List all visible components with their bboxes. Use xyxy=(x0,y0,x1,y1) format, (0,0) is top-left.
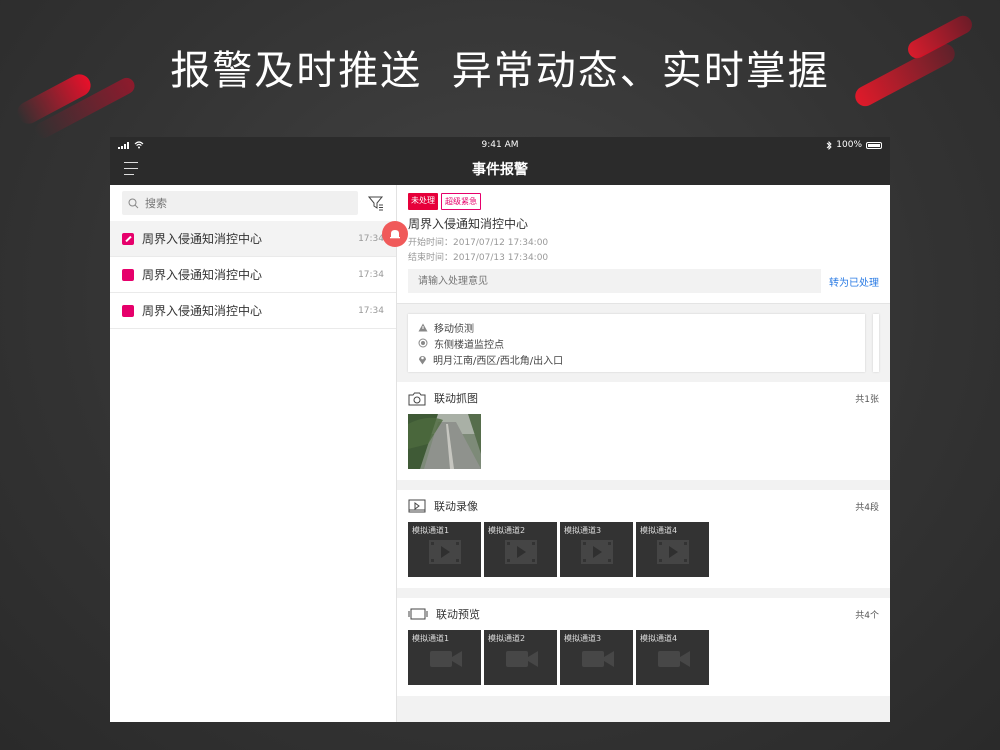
bell-icon xyxy=(390,230,400,239)
preview-thumbnail[interactable]: 模拟通道4 xyxy=(636,630,709,685)
video-file-icon xyxy=(408,499,426,512)
channel-label: 模拟通道2 xyxy=(488,526,526,535)
battery-icon xyxy=(866,141,882,149)
preview-section: 联动预览 共4个 模拟通道1 模拟通道2 模拟通道3 模拟通道4 xyxy=(397,598,890,696)
monitor-icon xyxy=(408,608,428,620)
channel-label: 模拟通道3 xyxy=(564,634,602,643)
opinion-input[interactable] xyxy=(408,269,821,293)
signal-icon xyxy=(118,141,129,149)
status-time: 9:41 AM xyxy=(481,140,519,150)
battery-percent: 100% xyxy=(836,140,862,150)
hamburger-icon[interactable] xyxy=(124,162,138,175)
video-camera-icon xyxy=(430,651,462,667)
event-title: 周界入侵通知消控中心 xyxy=(142,268,263,282)
end-time: 结束时间：2017/07/13 17:34:00 xyxy=(408,253,549,263)
location-path: 明月江南/西区/西北角/出入口 xyxy=(433,355,564,367)
preview-thumbnail[interactable]: 模拟通道3 xyxy=(560,630,633,685)
page-title: 事件报警 xyxy=(472,162,528,178)
square-icon xyxy=(122,304,134,317)
location-pin-icon xyxy=(419,355,426,364)
channel-label: 模拟通道3 xyxy=(564,526,602,535)
video-camera-icon xyxy=(658,651,690,667)
snapshot-thumbnail[interactable] xyxy=(408,414,481,469)
event-time: 17:34 xyxy=(358,269,384,280)
start-time: 开始时间：2017/07/12 17:34:00 xyxy=(408,238,549,248)
wifi-icon xyxy=(134,141,144,149)
preview-title: 联动预览 xyxy=(436,608,480,621)
device-screen: 9:41 AM 100% 事件报警 周界入侵通知消控中心 17:34 xyxy=(110,137,890,722)
preview-thumbnail[interactable]: 模拟通道1 xyxy=(408,630,481,685)
bluetooth-icon xyxy=(826,140,832,150)
snapshot-section: 联动抓图 共1张 xyxy=(397,382,890,480)
status-bar: 9:41 AM 100% xyxy=(110,137,890,153)
level-badge: 超级紧急 xyxy=(441,193,481,210)
road-photo xyxy=(408,414,481,469)
detail-title: 周界入侵通知消控中心 xyxy=(408,217,529,231)
next-info-card xyxy=(873,314,879,372)
recording-thumbnail[interactable]: 模拟通道4 xyxy=(636,522,709,577)
event-type: 移动侦测 xyxy=(434,323,474,335)
film-play-icon xyxy=(657,540,689,564)
alarm-button[interactable] xyxy=(382,221,408,247)
edit-square-icon xyxy=(122,232,134,245)
video-camera-icon xyxy=(506,651,538,667)
nav-bar: 事件报警 xyxy=(110,153,890,185)
event-time: 17:34 xyxy=(358,233,384,244)
preview-count: 共4个 xyxy=(855,610,879,621)
snapshot-title: 联动抓图 xyxy=(434,392,478,405)
film-play-icon xyxy=(429,540,461,564)
recording-title: 联动录像 xyxy=(434,500,478,513)
recording-thumbnail[interactable]: 模拟通道3 xyxy=(560,522,633,577)
event-title: 周界入侵通知消控中心 xyxy=(142,304,263,318)
preview-thumbnail[interactable]: 模拟通道2 xyxy=(484,630,557,685)
channel-label: 模拟通道1 xyxy=(412,634,450,643)
event-time: 17:34 xyxy=(358,305,384,316)
film-play-icon xyxy=(505,540,537,564)
event-detail-card: 未处理 超级紧急 周界入侵通知消控中心 开始时间：2017/07/12 17:3… xyxy=(397,185,890,304)
banner-headline: 报警及时推送 异常动态、实时掌握 xyxy=(170,48,830,94)
mark-handled-button[interactable]: 转为已处理 xyxy=(829,274,879,289)
search-input[interactable] xyxy=(145,196,325,210)
event-list-item[interactable]: 周界入侵通知消控中心 17:34 xyxy=(110,257,396,293)
event-list-item[interactable]: 周界入侵通知消控中心 17:34 xyxy=(110,221,396,257)
event-detail-pane: 未处理 超级紧急 周界入侵通知消控中心 开始时间：2017/07/12 17:3… xyxy=(397,185,890,722)
channel-label: 模拟通道2 xyxy=(488,634,526,643)
target-icon xyxy=(418,338,428,348)
channel-label: 模拟通道4 xyxy=(640,526,678,535)
event-info-card: 移动侦测 东侧楼道监控点 明月江南/西区/西北角/出入口 xyxy=(408,314,866,372)
recording-thumbnail[interactable]: 模拟通道2 xyxy=(484,522,557,577)
camera-icon xyxy=(408,392,426,405)
video-camera-icon xyxy=(582,651,614,667)
search-box[interactable] xyxy=(122,191,358,215)
square-icon xyxy=(122,268,134,281)
channel-label: 模拟通道1 xyxy=(412,526,450,535)
snapshot-count: 共1张 xyxy=(855,394,879,405)
recording-section: 联动录像 共4段 模拟通道1 模拟通道2 模拟通道3 模拟通道4 xyxy=(397,490,890,588)
status-badge: 未处理 xyxy=(408,193,438,210)
recording-count: 共4段 xyxy=(855,502,879,513)
filter-icon[interactable] xyxy=(368,195,384,211)
monitor-point: 东侧楼道监控点 xyxy=(434,339,504,351)
channel-label: 模拟通道4 xyxy=(640,634,678,643)
event-list-pane: 周界入侵通知消控中心 17:34 周界入侵通知消控中心 17:34 周界入侵通知… xyxy=(110,185,408,722)
search-icon xyxy=(128,198,139,208)
event-title: 周界入侵通知消控中心 xyxy=(142,232,263,246)
recording-thumbnail[interactable]: 模拟通道1 xyxy=(408,522,481,577)
warning-icon xyxy=(418,323,428,331)
film-play-icon xyxy=(581,540,613,564)
event-list-item[interactable]: 周界入侵通知消控中心 17:34 xyxy=(110,293,396,329)
